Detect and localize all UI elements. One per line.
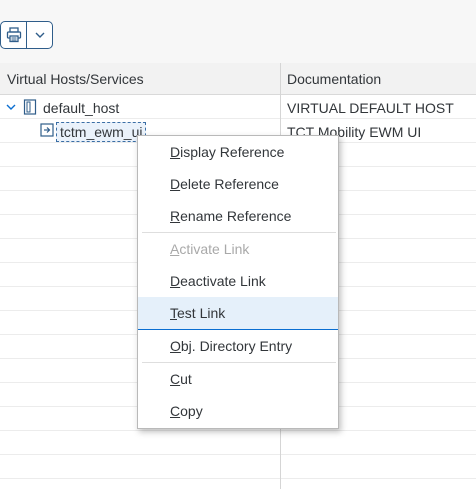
print-button-group[interactable] [0, 21, 53, 49]
mnemonic: D [170, 273, 181, 289]
menu-item-label: bj. Directory Entry [180, 338, 293, 354]
menu-item-copy[interactable]: Copy [138, 395, 338, 427]
grid-header: Virtual Hosts/Services Documentation [0, 63, 476, 95]
row-divider [0, 478, 476, 479]
collapse-chevron-icon[interactable] [5, 101, 17, 113]
menu-item-label: elete Reference [180, 176, 279, 192]
mnemonic: C [170, 403, 181, 419]
menu-item-deactivate-link[interactable]: Deactivate Link [138, 265, 338, 297]
mnemonic: D [170, 176, 181, 192]
row-divider [0, 118, 476, 119]
print-options-dropdown[interactable] [26, 22, 52, 48]
service-icon [40, 123, 54, 137]
mnemonic: O [170, 338, 181, 354]
chevron-down-icon [35, 32, 44, 38]
mnemonic: D [170, 144, 181, 160]
menu-item-cut[interactable]: Cut [138, 363, 338, 395]
menu-item-label: ctivate Link [179, 241, 250, 257]
mnemonic: C [170, 371, 181, 387]
menu-item-label: isplay Reference [180, 144, 285, 160]
mnemonic: A [170, 241, 180, 257]
tree-node-tctm-ewm-ui[interactable]: tctm_ewm_ui [56, 122, 147, 142]
context-menu: Display Reference Delete Reference Renam… [137, 135, 339, 429]
menu-item-activate-link: Activate Link [138, 233, 338, 265]
column-header-virtual-hosts[interactable]: Virtual Hosts/Services [7, 71, 144, 87]
tree-node-default-host[interactable]: default_host [43, 100, 119, 116]
print-button[interactable] [1, 22, 26, 48]
menu-item-test-link[interactable]: Test Link [138, 297, 338, 330]
mnemonic: T [170, 305, 177, 321]
menu-item-label: est Link [177, 305, 226, 321]
menu-item-label: eactivate Link [180, 273, 266, 289]
documentation-cell: VIRTUAL DEFAULT HOST [287, 100, 454, 116]
menu-item-obj-directory-entry[interactable]: Obj. Directory Entry [138, 330, 338, 362]
host-icon [23, 99, 37, 115]
menu-item-label: ut [180, 371, 192, 387]
menu-item-rename-reference[interactable]: Rename Reference [138, 200, 338, 232]
mnemonic: R [170, 208, 181, 224]
menu-item-label: opy [180, 403, 203, 419]
printer-icon [6, 27, 21, 43]
menu-item-delete-reference[interactable]: Delete Reference [138, 168, 338, 200]
menu-item-display-reference[interactable]: Display Reference [138, 136, 338, 168]
menu-item-label: ename Reference [180, 208, 292, 224]
column-header-documentation[interactable]: Documentation [287, 71, 381, 87]
row-divider [0, 454, 476, 455]
row-divider [0, 430, 476, 431]
toolbar [0, 0, 476, 63]
